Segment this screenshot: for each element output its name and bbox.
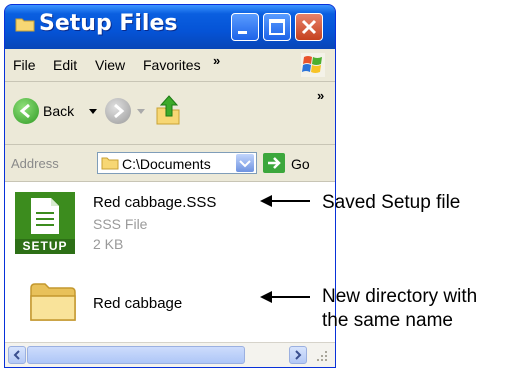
horizontal-scrollbar[interactable] [5,342,335,367]
minimize-icon [238,31,247,34]
forward-arrow-icon[interactable] [105,98,131,124]
close-icon [301,19,317,35]
toolbar-overflow-chevron[interactable]: » [317,88,324,103]
address-field[interactable]: C:\Documents [97,152,257,174]
menu-view[interactable]: View [95,57,125,73]
address-bar: Address C:\Documents Go [5,145,335,182]
back-button-label[interactable]: Back [43,103,74,119]
explorer-window: Setup Files File Edit View Favorites » B… [4,4,336,368]
menu-file[interactable]: File [13,57,36,73]
menu-favorites[interactable]: Favorites [143,57,207,73]
folder-icon [15,18,35,32]
address-label: Address [11,156,59,171]
chevron-down-icon [239,160,251,168]
back-arrow-icon[interactable] [13,98,39,124]
up-folder-icon[interactable] [155,94,183,126]
menu-edit[interactable]: Edit [53,57,77,73]
minimize-button[interactable] [231,13,259,41]
folder-icon [101,157,119,170]
toolbar: Back » [5,82,335,145]
chevron-right-icon [295,350,302,360]
folder-name: Red cabbage [93,295,183,312]
close-button[interactable] [295,13,323,41]
maximize-icon [269,19,285,35]
back-dropdown-icon[interactable] [89,109,97,115]
annotation-directory-line1: New directory with [322,286,478,307]
window-title: Setup Files [39,11,178,36]
annotation-arrow-directory [260,291,310,303]
file-type: SSS File [93,216,148,232]
menu-bar: File Edit View Favorites » [5,49,335,82]
file-name: Red cabbage.SSS [93,194,217,211]
resize-grip-icon[interactable] [315,349,329,363]
windows-logo-icon [301,53,325,77]
address-dropdown-button[interactable] [236,154,254,172]
annotation-setup-file: Saved Setup file [322,192,461,213]
address-input[interactable]: C:\Documents [122,156,242,172]
file-size: 2 KB [93,236,124,252]
annotation-arrow-setup [260,195,310,207]
setup-icon-label: SETUP [22,239,68,253]
go-button-label[interactable]: Go [291,156,310,172]
scroll-right-button[interactable] [289,346,307,364]
forward-dropdown-icon[interactable] [137,109,145,115]
title-bar[interactable]: Setup Files [5,5,335,49]
folder-icon [30,283,76,321]
chevron-left-icon [13,350,20,360]
scrollbar-thumb[interactable] [27,346,245,364]
go-arrow-icon[interactable] [263,153,285,173]
scroll-left-button[interactable] [8,346,26,364]
maximize-button[interactable] [263,13,291,41]
menu-overflow-chevron[interactable]: » [213,53,220,68]
annotation-directory-line2: the same name [322,310,453,331]
